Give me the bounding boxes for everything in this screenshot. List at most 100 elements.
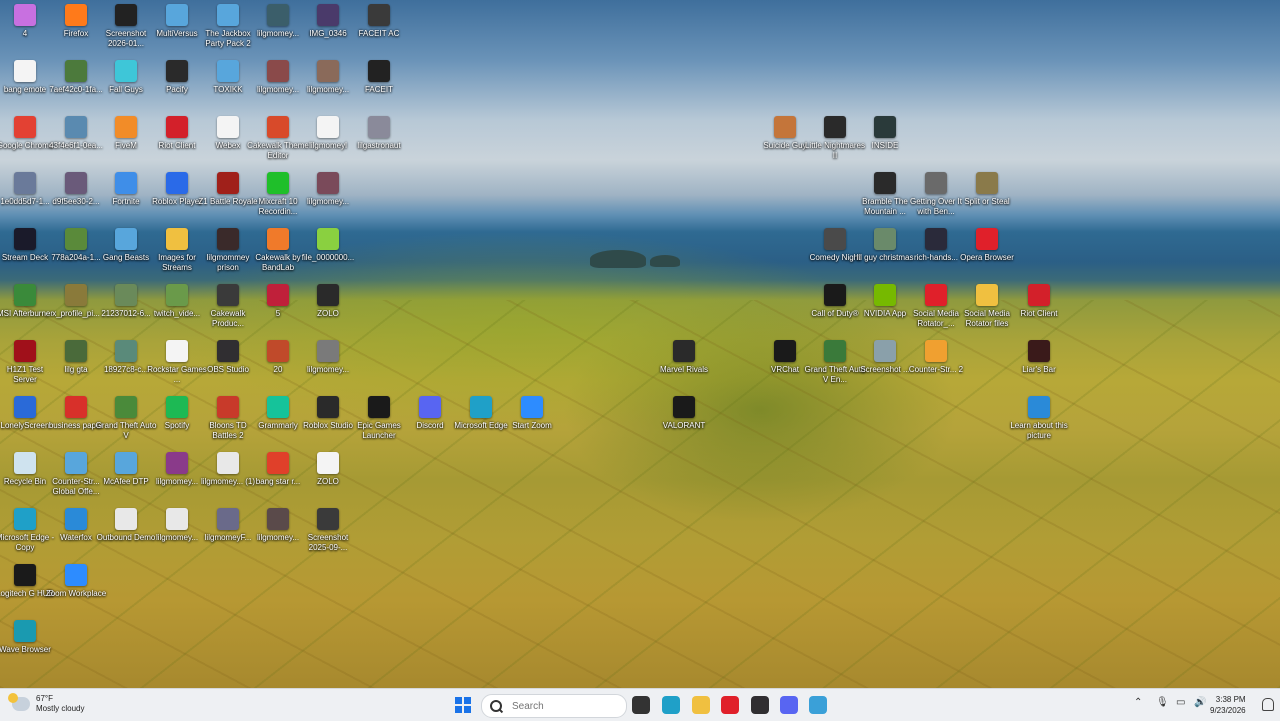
desktop-icon[interactable]: NVIDIA App bbox=[860, 280, 910, 334]
desktop-icon[interactable]: Gang Beasts bbox=[101, 224, 151, 278]
desktop-icon[interactable]: Grammarly bbox=[253, 392, 303, 446]
desktop-icon[interactable]: bang star r... bbox=[253, 448, 303, 502]
desktop-icon[interactable]: lilgmomeyl bbox=[303, 112, 353, 166]
desktop-icon[interactable]: Learn about this picture bbox=[1010, 392, 1068, 446]
desktop-icon[interactable]: Grand Theft Auto V bbox=[96, 392, 156, 446]
desktop-icon[interactable]: lilgmomey... bbox=[303, 168, 353, 222]
desktop-icon[interactable]: d9f5ee30-2... bbox=[51, 168, 101, 222]
desktop-icon[interactable]: Logitech G HUB bbox=[0, 560, 54, 614]
desktop-icon[interactable]: Screenshot 2026-01... bbox=[101, 0, 151, 54]
desktop-icon[interactable]: FiveM bbox=[101, 112, 151, 166]
desktop-icon[interactable]: Riot Client bbox=[1014, 280, 1064, 334]
desktop-icon[interactable]: Images for Streams bbox=[152, 224, 202, 278]
desktop-icon[interactable]: lilgmomey... bbox=[253, 504, 303, 558]
desktop-icon[interactable]: Opera Browser bbox=[960, 224, 1014, 278]
desktop-icon[interactable]: Rockstar Games ... bbox=[147, 336, 207, 390]
desktop-icon[interactable]: Bloons TD Battles 2 bbox=[203, 392, 253, 446]
desktop-icon[interactable]: 18927c8-c... bbox=[101, 336, 151, 390]
desktop-icon[interactable]: MultiVersus bbox=[152, 0, 202, 54]
desktop-icon[interactable]: Z1 Battle Royale bbox=[198, 168, 258, 222]
desktop-icon[interactable]: Comedy Night bbox=[810, 224, 860, 278]
desktop-icon[interactable]: 7aef42c0-1fa... bbox=[49, 56, 103, 110]
desktop-icon[interactable]: Epic Games Launcher bbox=[354, 392, 404, 446]
desktop-icon[interactable]: McAfee DTP bbox=[101, 448, 151, 502]
desktop-icon[interactable]: IMG_0346 bbox=[303, 0, 353, 54]
desktop-icon[interactable]: Discord bbox=[405, 392, 455, 446]
network-icon[interactable]: ▭ bbox=[1176, 697, 1185, 708]
desktop-icon[interactable]: Call of Duty® bbox=[810, 280, 860, 334]
desktop-icon[interactable]: Cakewalk Theme Editor bbox=[247, 112, 309, 166]
desktop-icon[interactable]: Split or Steal bbox=[962, 168, 1012, 222]
desktop-icon[interactable]: 20 bbox=[253, 336, 303, 390]
desktop-icon[interactable]: Bramble The Mountain ... bbox=[860, 168, 910, 222]
desktop-icon[interactable]: Recycle Bin bbox=[0, 448, 50, 502]
desktop-icon[interactable]: Zoom Workplace bbox=[46, 560, 106, 614]
weather-widget[interactable]: 67°F Mostly cloudy bbox=[8, 693, 84, 714]
desktop-icon[interactable]: 1e0dd5d7-1... bbox=[0, 168, 50, 222]
desktop-icon[interactable]: lil guy christmas bbox=[857, 224, 913, 278]
edge-icon[interactable] bbox=[662, 696, 680, 714]
opera-icon[interactable] bbox=[721, 696, 739, 714]
desktop-icon[interactable]: lilgmomeyF... bbox=[203, 504, 253, 558]
desktop-icon[interactable]: Counter-Str... Global Offe... bbox=[51, 448, 101, 502]
desktop-icon[interactable]: Mixcraft 10 Recordin... bbox=[253, 168, 303, 222]
desktop-icon[interactable]: rich-hands... bbox=[911, 224, 961, 278]
desktop-icon[interactable]: Grand Theft Auto V En... bbox=[805, 336, 865, 390]
desktop-icon[interactable]: lilg gta bbox=[51, 336, 101, 390]
desktop-icon[interactable]: Roblox Studio bbox=[303, 392, 353, 446]
desktop-icon[interactable]: ZOLO bbox=[303, 448, 353, 502]
desktop-icon[interactable]: 4 bbox=[0, 0, 50, 54]
desktop-icon[interactable]: Start Zoom bbox=[507, 392, 557, 446]
desktop-icon[interactable]: TOXIKK bbox=[203, 56, 253, 110]
desktop-icon[interactable]: ZOLO bbox=[303, 280, 353, 334]
desktop-icon[interactable]: Cakewalk by BandLab bbox=[253, 224, 303, 278]
desktop-icon[interactable]: 21237012-6... bbox=[101, 280, 151, 334]
taskbar-search[interactable] bbox=[481, 694, 627, 718]
desktop-icon[interactable]: Liar's Bar bbox=[1014, 336, 1064, 390]
desktop-icon[interactable]: Riot Client bbox=[152, 112, 202, 166]
file-explorer-icon[interactable] bbox=[692, 696, 710, 714]
desktop-icon[interactable]: The Jackbox Party Pack 2 bbox=[203, 0, 253, 54]
desktop-icon[interactable]: lilgastronaut bbox=[354, 112, 404, 166]
desktop-icon[interactable]: Microsoft Edge bbox=[454, 392, 508, 446]
obs-icon[interactable] bbox=[751, 696, 769, 714]
desktop-icon[interactable]: Getting Over It with Ben... bbox=[910, 168, 962, 222]
desktop-icon[interactable]: 778a204a-1... bbox=[51, 224, 101, 278]
desktop-icon[interactable]: Microsoft Edge - Copy bbox=[0, 504, 54, 558]
desktop-icon[interactable]: Waterfox bbox=[51, 504, 101, 558]
desktop-icon[interactable]: 5 bbox=[253, 280, 303, 334]
desktop-icon[interactable]: lilgmomey... bbox=[303, 56, 353, 110]
task-view-icon[interactable] bbox=[632, 696, 650, 714]
desktop-icon[interactable]: twitch_vide... bbox=[152, 280, 202, 334]
microphone-icon[interactable]: 🎙 bbox=[1156, 697, 1169, 708]
desktop-icon[interactable]: Google Chrome bbox=[0, 112, 53, 166]
desktop-icon[interactable]: Social Media Rotator_... bbox=[911, 280, 961, 334]
desktop-icon[interactable]: lilgmomey... bbox=[253, 0, 303, 54]
desktop-icon[interactable]: 43f4e6f1-0ea... bbox=[49, 112, 103, 166]
desktop-icon[interactable]: Fortnite bbox=[101, 168, 151, 222]
desktop-icon[interactable]: Webex bbox=[203, 112, 253, 166]
desktop-icon[interactable]: lilgmomey... bbox=[152, 448, 202, 502]
desktop-icon[interactable]: lilgmomey... bbox=[303, 336, 353, 390]
notification-bell-icon[interactable] bbox=[1262, 698, 1274, 711]
discord-icon[interactable] bbox=[780, 696, 798, 714]
desktop-icon[interactable]: Counter-Str... 2 bbox=[909, 336, 963, 390]
desktop-icon[interactable]: Outbound Demo bbox=[97, 504, 155, 558]
desktop-icon[interactable]: business paper bbox=[49, 392, 103, 446]
desktop-icon[interactable]: Marvel Rivals bbox=[659, 336, 709, 390]
notepad-icon[interactable] bbox=[809, 696, 827, 714]
desktop-icon[interactable]: Suicide Guy bbox=[760, 112, 810, 166]
desktop-icon[interactable]: Little Nightmares II bbox=[805, 112, 865, 166]
desktop-icon[interactable]: lilgmomey... bbox=[152, 504, 202, 558]
desktop-icon[interactable]: MSI Afterburner bbox=[0, 280, 53, 334]
desktop-icon[interactable]: OBS Studio bbox=[203, 336, 253, 390]
desktop-icon[interactable]: Spotify bbox=[152, 392, 202, 446]
clock[interactable]: 3:38 PM 9/23/2026 bbox=[1210, 694, 1246, 716]
desktop-icon[interactable]: Wave Browser bbox=[0, 616, 51, 670]
desktop-icon[interactable]: Screenshot 2025-09-... bbox=[303, 504, 353, 558]
desktop-icon[interactable]: FACEIT AC bbox=[354, 0, 404, 54]
desktop-icon[interactable]: x_profile_pi... bbox=[51, 280, 101, 334]
desktop-icon[interactable]: lilgmommey prison bbox=[203, 224, 253, 278]
desktop-icon[interactable]: file_0000000... bbox=[302, 224, 354, 278]
desktop-icon[interactable]: INSIDE bbox=[860, 112, 910, 166]
